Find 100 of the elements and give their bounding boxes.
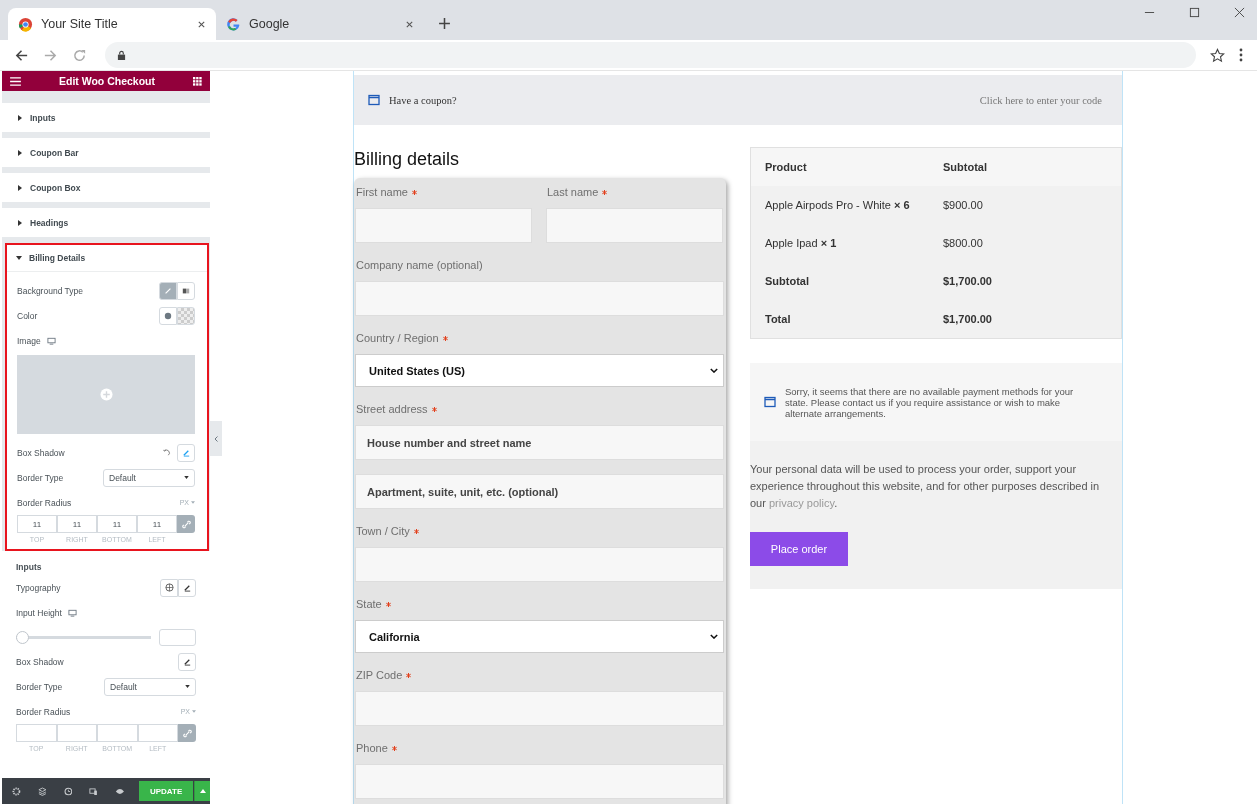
coupon-link[interactable]: Click here to enter your code bbox=[979, 94, 1102, 106]
control-label: Box Shadow bbox=[16, 656, 64, 667]
caret-icon bbox=[184, 476, 189, 479]
address-field[interactable] bbox=[105, 42, 1196, 68]
caret-icon bbox=[192, 710, 196, 713]
devices-icon[interactable] bbox=[89, 786, 99, 796]
text-field[interactable]: House number and street name bbox=[355, 425, 724, 460]
radius-input[interactable]: 11 bbox=[97, 515, 137, 533]
section-header[interactable]: Coupon Box bbox=[2, 173, 210, 202]
text-field[interactable] bbox=[355, 547, 724, 582]
link-button[interactable] bbox=[178, 724, 196, 742]
section-header[interactable]: Inputs bbox=[2, 103, 210, 132]
select-field[interactable]: California bbox=[355, 620, 724, 653]
control-label: Color bbox=[17, 310, 38, 321]
column-header: Product bbox=[765, 161, 808, 173]
close-icon[interactable] bbox=[405, 19, 414, 29]
radius-input[interactable] bbox=[137, 724, 178, 742]
round-logo-icon bbox=[18, 16, 33, 32]
radius-input[interactable]: 11 bbox=[17, 515, 57, 533]
edit-button[interactable] bbox=[178, 578, 196, 597]
caret-icon bbox=[18, 219, 22, 226]
radius-input[interactable]: 11 bbox=[57, 515, 97, 533]
slider-handle[interactable] bbox=[16, 630, 29, 644]
control-label: Background Type bbox=[17, 285, 83, 296]
layers-icon[interactable] bbox=[37, 786, 47, 796]
border-type-select[interactable]: Default bbox=[104, 677, 196, 696]
coupon-text: Have a coupon? bbox=[389, 94, 457, 106]
caret-icon bbox=[18, 149, 22, 156]
text-field[interactable] bbox=[355, 208, 532, 243]
close-icon[interactable] bbox=[197, 19, 206, 29]
color-swatch[interactable] bbox=[177, 306, 195, 325]
globe-button[interactable] bbox=[159, 306, 177, 325]
history-icon[interactable] bbox=[63, 786, 73, 796]
menu-icon[interactable] bbox=[10, 76, 21, 86]
caret-icon bbox=[199, 789, 206, 793]
text-field[interactable]: Apartment, suite, unit, etc. (optional) bbox=[355, 474, 724, 509]
text-field[interactable] bbox=[546, 208, 723, 243]
pencil-icon bbox=[181, 448, 191, 457]
field-label: State bbox=[354, 596, 726, 612]
section-heading: Billing details bbox=[354, 149, 461, 170]
edit-button[interactable] bbox=[178, 652, 196, 671]
edit-button[interactable] bbox=[177, 443, 195, 462]
control-label: Input Height bbox=[16, 607, 62, 618]
close-icon[interactable] bbox=[1234, 7, 1245, 18]
link-icon bbox=[182, 728, 192, 738]
field-label: ZIP Code bbox=[354, 667, 726, 683]
table-cell-text: $1,700.00 bbox=[943, 275, 993, 287]
collapse-handle[interactable] bbox=[210, 421, 222, 456]
text-field[interactable] bbox=[355, 691, 724, 726]
pencil-icon bbox=[182, 657, 192, 666]
menu-icon[interactable] bbox=[1239, 48, 1243, 62]
field-label: Last name bbox=[545, 184, 725, 200]
number-input[interactable] bbox=[159, 628, 196, 646]
section-header[interactable]: Headings bbox=[2, 208, 210, 237]
browser-tab[interactable]: Google bbox=[216, 8, 424, 40]
privacy-text: Your personal data will be used to process your order, support your experience throughout this website, and for other purposes described in our privacy policy. bbox=[750, 462, 1101, 511]
control-label: Border Type bbox=[17, 472, 64, 483]
radius-input[interactable] bbox=[97, 724, 138, 742]
caret-icon bbox=[185, 685, 190, 688]
radius-input[interactable] bbox=[56, 724, 97, 742]
table-cell-text: Subtotal bbox=[765, 275, 810, 287]
subsection-heading: Inputs bbox=[16, 561, 43, 574]
table-cell-text: $900.00 bbox=[943, 199, 984, 211]
lock-icon bbox=[117, 49, 126, 61]
text-field[interactable] bbox=[355, 281, 724, 316]
letter-logo-icon bbox=[226, 16, 241, 32]
window-icon bbox=[764, 396, 776, 408]
select-field[interactable]: United States (US) bbox=[355, 354, 724, 387]
grid-icon[interactable] bbox=[193, 76, 202, 86]
field-label: Town / City bbox=[354, 523, 726, 539]
section-header[interactable]: Coupon Bar bbox=[2, 138, 210, 167]
add-icon bbox=[99, 388, 113, 401]
table-cell-text: $800.00 bbox=[943, 237, 984, 249]
brush-icon bbox=[164, 286, 172, 295]
eye-icon[interactable] bbox=[115, 787, 125, 795]
caret-icon bbox=[16, 256, 22, 260]
control-label: Box Shadow bbox=[17, 447, 65, 458]
monitor-icon bbox=[67, 608, 77, 617]
globe-button[interactable] bbox=[160, 578, 178, 597]
new-tab-icon[interactable] bbox=[438, 17, 451, 30]
browser-tab[interactable]: Your Site Title bbox=[8, 8, 216, 40]
table-cell-text: Total bbox=[765, 313, 792, 325]
star-icon[interactable] bbox=[1210, 47, 1225, 63]
control-label: Typography bbox=[16, 582, 61, 593]
border-type-select[interactable]: Default bbox=[103, 468, 195, 487]
maximize-icon[interactable] bbox=[1189, 7, 1200, 18]
text-field[interactable] bbox=[355, 764, 724, 799]
gradient-button[interactable] bbox=[177, 281, 195, 300]
caret-icon bbox=[191, 501, 195, 504]
settings-icon[interactable] bbox=[12, 786, 21, 796]
reload-icon[interactable] bbox=[72, 47, 87, 63]
radius-input[interactable]: 11 bbox=[137, 515, 177, 533]
gradient-icon bbox=[182, 286, 190, 295]
link-button[interactable] bbox=[177, 515, 195, 533]
reset-icon[interactable] bbox=[162, 448, 171, 457]
chevron-icon bbox=[710, 368, 718, 373]
options-button[interactable] bbox=[194, 781, 210, 801]
field-label: First name bbox=[354, 184, 534, 200]
radius-input[interactable] bbox=[16, 724, 57, 742]
place-order-button[interactable]: Place order bbox=[750, 532, 848, 566]
